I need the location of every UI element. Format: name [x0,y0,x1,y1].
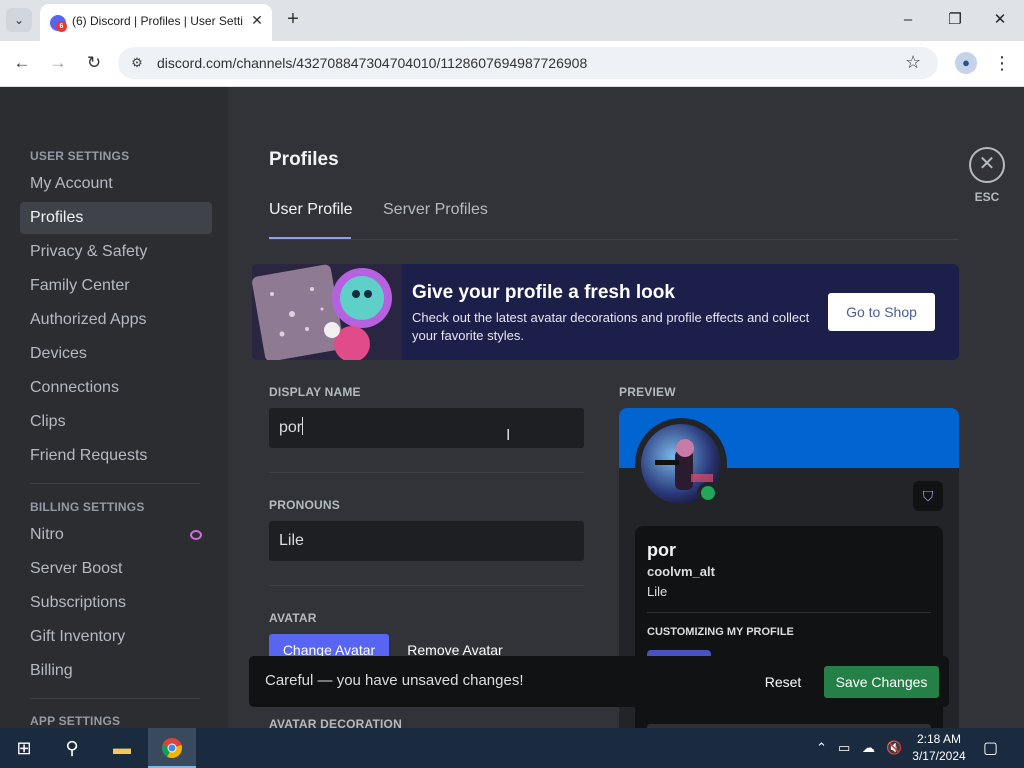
sidebar-item-profiles[interactable]: Profiles [20,202,212,234]
profile-avatar-icon[interactable]: ● [955,52,977,74]
banner-title: Give your profile a fresh look [412,282,675,303]
browser-menu-icon[interactable]: ⋮ [993,51,1011,75]
reload-icon[interactable]: ↻ [82,51,106,75]
browser-tab-strip: ⌄ 6 (6) Discord | Profiles | User Setti … [0,0,1024,41]
preview-label: PREVIEW [619,385,676,399]
text-caret [302,417,304,435]
banner-text: Check out the latest avatar decorations … [412,310,810,343]
tab-title: (6) Discord | Profiles | User Setti [72,14,243,28]
text-cursor-icon: I [506,427,511,444]
sidebar-item-clips[interactable]: Clips [20,406,212,438]
field-divider [269,472,584,473]
sidebar-item-connections[interactable]: Connections [20,372,212,404]
sidebar-item-my-account[interactable]: My Account [20,168,212,200]
file-explorer-icon[interactable]: ▬ [98,728,146,768]
field-divider [269,585,584,586]
esc-label: ESC [974,190,1000,204]
nitro-icon [190,530,202,540]
online-status-icon [697,482,719,504]
clock-date: 3/17/2024 [912,749,966,763]
address-bar[interactable]: ⚙ discord.com/channels/43270884730470401… [118,47,938,79]
back-arrow-icon[interactable]: ← [10,51,34,75]
volume-muted-icon[interactable]: 🔇 [886,740,902,756]
save-changes-button[interactable]: Save Changes [824,666,939,698]
sidebar-item-family-center[interactable]: Family Center [20,270,212,302]
chrome-logo-icon [162,738,182,759]
browser-toolbar: ← → ↻ ⚙ discord.com/channels/43270884730… [0,41,1024,87]
tab-notification-badge: 6 [56,21,67,32]
sidebar-item-server-boost[interactable]: Server Boost [20,553,212,585]
tab-user-profile[interactable]: User Profile [269,201,353,219]
onedrive-icon[interactable]: ☁ [862,740,875,756]
sidebar-item-label: Nitro [30,526,64,543]
sidebar-item-billing[interactable]: Billing [20,655,212,687]
browser-tab[interactable]: 6 (6) Discord | Profiles | User Setti ✕ [40,4,272,41]
shop-promo-banner: Give your profile a fresh look Check out… [252,264,959,360]
clock-time: 2:18 AM [916,732,962,746]
sidebar-item-authorized-apps[interactable]: Authorized Apps [20,304,212,336]
sidebar-item-gift-inventory[interactable]: Gift Inventory [20,621,212,653]
windows-taskbar: ⊞ ⚲ ▬ ⌃ ▭ ☁ 🔇 2:18 AM 3/17/2024 ▢ [0,728,1024,768]
preview-pronouns: Lile [647,584,668,599]
sidebar-item-friend-requests[interactable]: Friend Requests [20,440,212,472]
forward-arrow-icon[interactable]: → [46,51,70,75]
avatar-label: AVATAR [269,611,317,625]
nitro-badge-icon[interactable]: ⛉ [913,481,943,511]
avatar-decoration-label: AVATAR DECORATION [269,717,402,728]
preview-username: coolvm_alt [647,564,715,579]
discord-settings-page: USER SETTINGS My Account Profiles Privac… [0,87,1024,728]
window-minimize-icon[interactable]: – [896,8,920,32]
sidebar-item-privacy-safety[interactable]: Privacy & Safety [20,236,212,268]
preview-divider [647,612,931,613]
pronouns-label: PRONOUNS [269,498,340,512]
chrome-taskbar-icon[interactable] [148,728,196,768]
preview-display-name: por [647,540,676,560]
unsaved-changes-bar: Careful — you have unsaved changes! Rese… [249,656,949,707]
sidebar-item-subscriptions[interactable]: Subscriptions [20,587,212,619]
page-title: Profiles [269,149,339,170]
discord-favicon-icon: 6 [50,15,67,32]
url-text: discord.com/channels/432708847304704010/… [157,55,588,71]
bookmark-star-icon[interactable]: ☆ [905,52,921,73]
sidebar-item-nitro[interactable]: Nitro [20,519,212,551]
notifications-icon[interactable]: ▢ [983,738,998,758]
settings-sidebar: USER SETTINGS My Account Profiles Privac… [0,87,228,728]
site-info-icon[interactable]: ⚙ [128,54,146,72]
tab-server-profiles[interactable]: Server Profiles [383,201,488,219]
reset-button[interactable]: Reset [755,666,811,698]
windows-start-icon[interactable]: ⊞ [0,728,48,768]
app-settings-header: APP SETTINGS [30,714,121,728]
tab-close-icon[interactable]: ✕ [248,11,266,29]
new-tab-plus-icon[interactable]: + [282,8,304,30]
shop-promo-art-icon [252,264,402,360]
billing-settings-header: BILLING SETTINGS [30,500,145,514]
tab-search-chevron-icon[interactable]: ⌄ [6,8,32,32]
display-name-label: DISPLAY NAME [269,385,361,399]
preview-section-heading: CUSTOMIZING MY PROFILE [647,626,794,638]
taskbar-clock[interactable]: 2:18 AM 3/17/2024 [906,731,972,765]
search-icon[interactable]: ⚲ [48,728,96,768]
close-settings-icon[interactable]: ✕ [969,147,1005,183]
go-to-shop-button[interactable]: Go to Shop [828,293,935,331]
tabs-divider [269,239,959,240]
sidebar-divider [30,698,200,699]
unsaved-changes-message: Careful — you have unsaved changes! [265,672,524,689]
window-close-icon[interactable]: ✕ [988,8,1012,32]
display-name-value: por [279,419,303,436]
user-settings-header: USER SETTINGS [30,149,130,163]
display-name-input[interactable]: por [269,408,584,448]
tray-chevron-icon[interactable]: ⌃ [816,740,827,756]
window-restore-icon[interactable]: ❐ [943,8,967,32]
pronouns-input[interactable]: Lile [269,521,584,561]
sidebar-divider [30,483,200,484]
network-icon[interactable]: ▭ [838,740,850,756]
sidebar-item-devices[interactable]: Devices [20,338,212,370]
